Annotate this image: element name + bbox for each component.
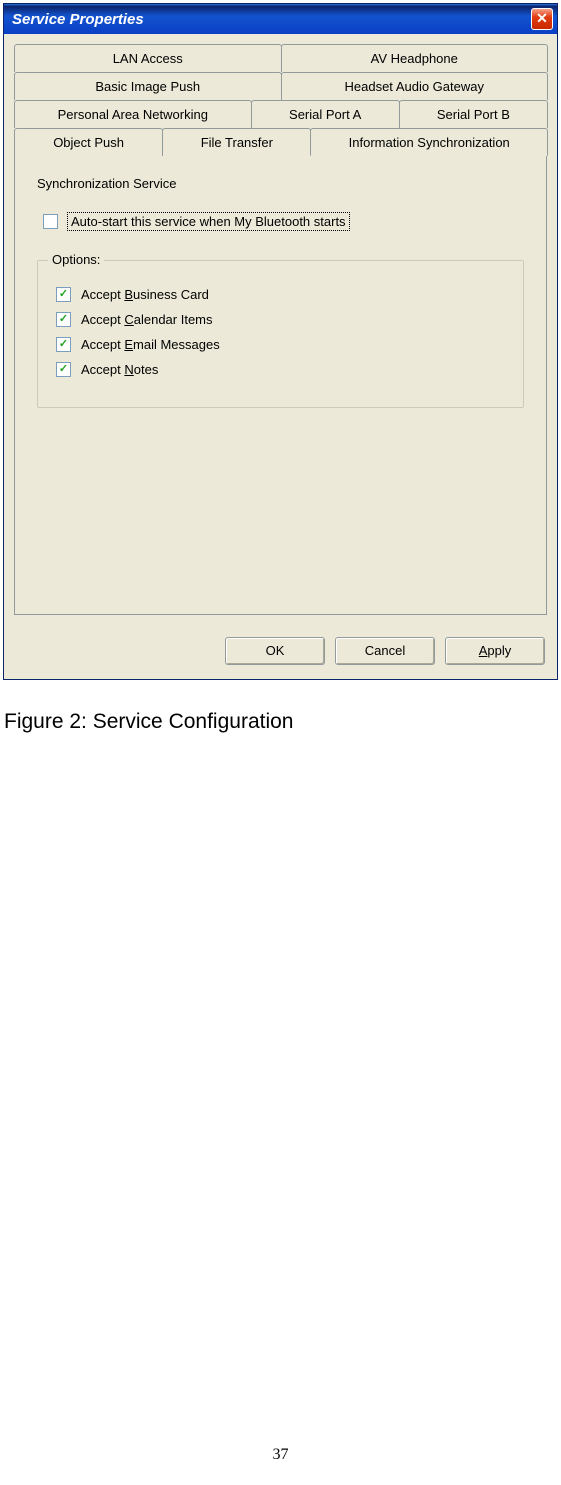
service-properties-dialog: Service Properties ✕ LAN Access AV Headp… — [3, 3, 558, 680]
dialog-body: LAN Access AV Headphone Basic Image Push… — [4, 34, 557, 625]
cancel-button[interactable]: Cancel — [335, 637, 435, 665]
checkbox-notes[interactable]: ✓ — [56, 362, 71, 377]
ok-button[interactable]: OK — [225, 637, 325, 665]
tab-serial-port-b[interactable]: Serial Port B — [399, 100, 548, 128]
label-notes: Accept Notes — [81, 362, 158, 377]
button-bar: OK Cancel Apply — [4, 625, 557, 679]
autostart-row: ✓ Auto-start this service when My Blueto… — [43, 213, 524, 230]
tab-information-synchronization[interactable]: Information Synchronization — [310, 128, 548, 156]
page-number: 37 — [0, 1446, 561, 1464]
tab-headset-audio-gateway[interactable]: Headset Audio Gateway — [281, 72, 549, 100]
option-calendar-items: ✓ Accept Calendar Items — [56, 312, 505, 327]
figure-caption: Figure 2: Service Configuration — [4, 710, 561, 734]
tab-lan-access[interactable]: LAN Access — [14, 44, 282, 72]
tab-object-push[interactable]: Object Push — [14, 128, 163, 156]
option-notes: ✓ Accept Notes — [56, 362, 505, 377]
option-email-messages: ✓ Accept Email Messages — [56, 337, 505, 352]
tab-personal-area-networking[interactable]: Personal Area Networking — [14, 100, 252, 128]
window-title: Service Properties — [12, 11, 144, 28]
option-business-card: ✓ Accept Business Card — [56, 287, 505, 302]
close-button[interactable]: ✕ — [531, 8, 553, 30]
tab-serial-port-a[interactable]: Serial Port A — [251, 100, 400, 128]
tab-basic-image-push[interactable]: Basic Image Push — [14, 72, 282, 100]
section-title: Synchronization Service — [37, 176, 524, 191]
apply-button[interactable]: Apply — [445, 637, 545, 665]
titlebar[interactable]: Service Properties ✕ — [4, 4, 557, 34]
autostart-checkbox[interactable]: ✓ — [43, 214, 58, 229]
autostart-label[interactable]: Auto-start this service when My Bluetoot… — [68, 213, 349, 230]
options-legend: Options: — [48, 252, 104, 267]
tab-area: LAN Access AV Headphone Basic Image Push… — [14, 44, 547, 615]
checkbox-calendar-items[interactable]: ✓ — [56, 312, 71, 327]
label-business-card: Accept Business Card — [81, 287, 209, 302]
checkbox-business-card[interactable]: ✓ — [56, 287, 71, 302]
checkbox-email-messages[interactable]: ✓ — [56, 337, 71, 352]
tab-av-headphone[interactable]: AV Headphone — [281, 44, 549, 72]
label-calendar-items: Accept Calendar Items — [81, 312, 213, 327]
tab-file-transfer[interactable]: File Transfer — [162, 128, 311, 156]
label-email-messages: Accept Email Messages — [81, 337, 220, 352]
tab-panel: Synchronization Service ✓ Auto-start thi… — [14, 155, 547, 615]
options-fieldset: Options: ✓ Accept Business Card ✓ Accept… — [37, 260, 524, 408]
